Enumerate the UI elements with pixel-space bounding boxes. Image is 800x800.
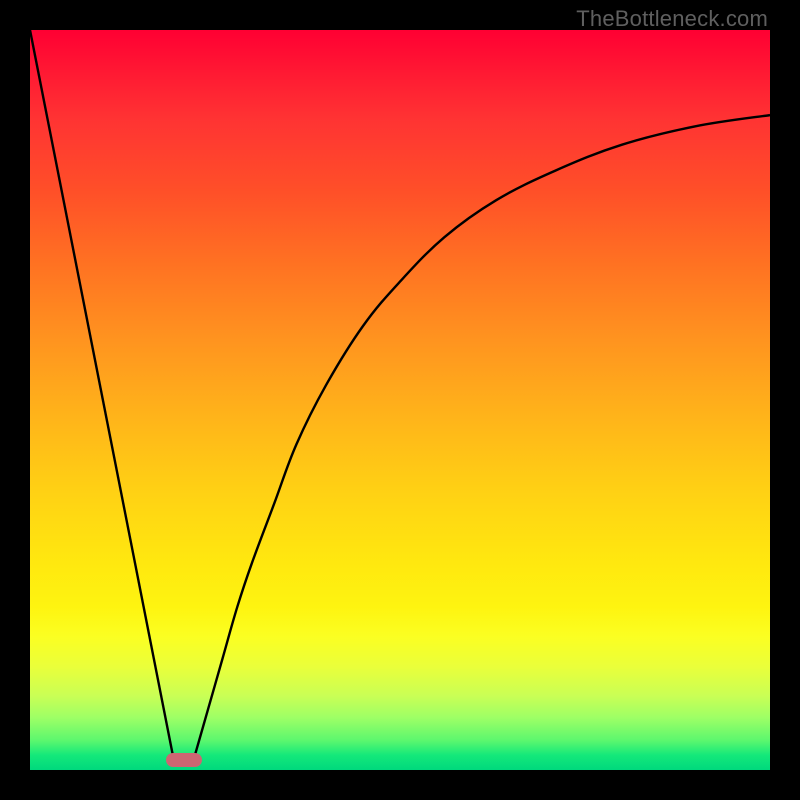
curve-svg	[30, 30, 770, 770]
chart-frame: TheBottleneck.com	[0, 0, 800, 800]
right-curve	[193, 115, 770, 763]
left-line	[30, 30, 174, 763]
bottleneck-marker	[166, 753, 202, 767]
watermark-text: TheBottleneck.com	[576, 6, 768, 32]
plot-area	[30, 30, 770, 770]
